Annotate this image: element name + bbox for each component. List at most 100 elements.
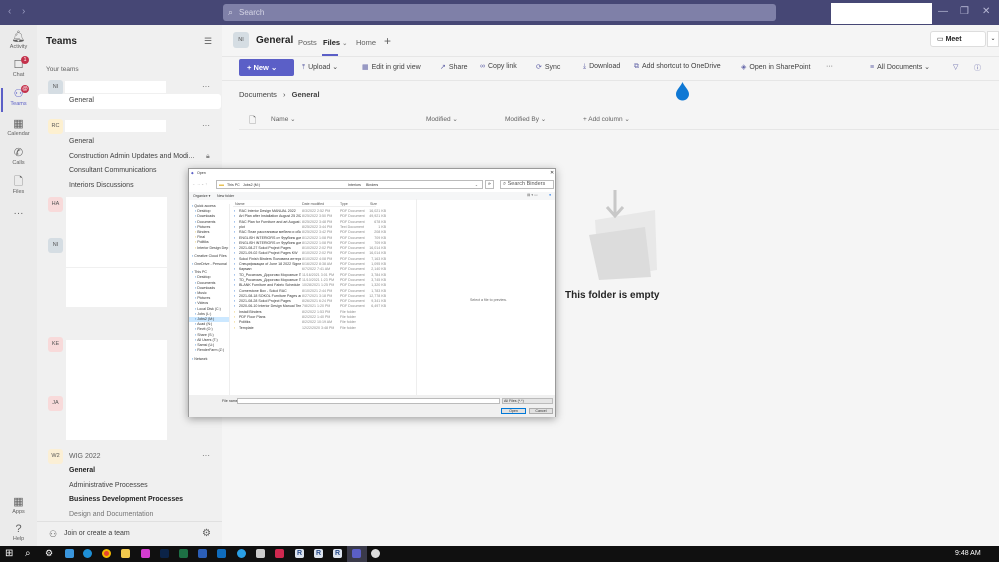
add-tab-icon[interactable]: + bbox=[384, 34, 391, 48]
rail-calls[interactable]: ✆Calls bbox=[0, 147, 37, 166]
team-avatar[interactable]: NI bbox=[48, 238, 63, 253]
team-avatar[interactable]: HA bbox=[48, 197, 63, 212]
rail-apps[interactable]: ▦Apps bbox=[0, 496, 37, 515]
excel-icon[interactable] bbox=[179, 549, 188, 558]
column-modified-by[interactable]: Modified By ⌄ bbox=[505, 115, 546, 123]
filename-input[interactable] bbox=[237, 398, 500, 404]
sync-button[interactable]: ⟳Sync bbox=[536, 63, 560, 71]
address-bar[interactable]: ▬ This PC Jobs2 (M:) Interiors Binders ⌄ bbox=[216, 180, 483, 189]
photoshop-icon[interactable] bbox=[160, 549, 169, 558]
teams-taskbar-active[interactable] bbox=[347, 546, 367, 562]
view-selector[interactable]: ≡All Documents ⌄ bbox=[870, 63, 930, 71]
rail-calendar[interactable]: ▦Calendar bbox=[0, 118, 37, 137]
chrome-icon[interactable] bbox=[102, 549, 111, 558]
header-name[interactable]: Name bbox=[235, 202, 245, 206]
close-button[interactable]: ✕ bbox=[982, 6, 990, 17]
revit-icon[interactable]: R bbox=[333, 549, 342, 558]
open-button[interactable]: Open bbox=[501, 408, 526, 414]
back-arrow-icon[interactable]: ← → ⌄ ↑ bbox=[192, 182, 207, 186]
rail-files[interactable]: 🗋Files bbox=[0, 176, 37, 195]
new-folder-button[interactable]: New folder bbox=[217, 194, 234, 198]
copy-link-button[interactable]: ∞Copy link bbox=[480, 63, 517, 70]
nav-item[interactable]: ▪ OneDrive - Personal bbox=[189, 262, 229, 267]
header-size[interactable]: Size bbox=[370, 202, 377, 206]
search-icon[interactable]: ⌕ bbox=[25, 548, 31, 559]
add-shortcut-button[interactable]: ⧉Add shortcut to OneDrive bbox=[634, 63, 721, 71]
meet-dropdown[interactable]: ⌄ bbox=[987, 31, 999, 47]
help-icon[interactable]: ● bbox=[549, 193, 551, 197]
app-icon[interactable] bbox=[371, 549, 380, 558]
search-input[interactable]: ⌕Search bbox=[223, 4, 776, 21]
back-icon[interactable]: ‹ bbox=[8, 6, 11, 17]
search-binders-input[interactable]: ⌕ Search Binders bbox=[500, 180, 554, 189]
more-apps-icon[interactable]: ··· bbox=[0, 208, 37, 219]
meet-button[interactable]: ▭ Meet bbox=[930, 31, 986, 47]
path-dropdown-icon[interactable]: ⌄ bbox=[475, 183, 478, 187]
nav-item[interactable]: ▪ Creative Cloud Files bbox=[189, 254, 229, 259]
info-icon[interactable]: ⓘ bbox=[974, 63, 981, 73]
header-type[interactable]: Type bbox=[340, 202, 348, 206]
outlook-icon[interactable] bbox=[217, 549, 226, 558]
breadcrumb-documents[interactable]: Documents bbox=[239, 90, 277, 99]
join-create-team[interactable]: ⚇ Join or create a team ⚙ bbox=[37, 521, 222, 546]
team-avatar[interactable]: KE bbox=[48, 337, 63, 352]
add-column-button[interactable]: + Add column ⌄ bbox=[583, 115, 630, 123]
path-interiors[interactable]: Interiors bbox=[348, 183, 361, 187]
header-date[interactable]: Date modified bbox=[302, 202, 324, 206]
team-name[interactable]: WIG 2022 bbox=[69, 453, 101, 460]
team-avatar[interactable]: JA bbox=[48, 396, 63, 411]
more-options-icon[interactable]: ··· bbox=[202, 451, 210, 460]
new-button[interactable]: + New ⌄ bbox=[239, 59, 294, 76]
filter-icon[interactable]: ▽ bbox=[953, 63, 958, 71]
minimize-button[interactable]: — bbox=[938, 6, 948, 17]
settings-icon[interactable]: ⚙ bbox=[45, 548, 53, 559]
gear-icon[interactable]: ⚙ bbox=[202, 528, 211, 539]
channel-item[interactable]: Administrative Processes bbox=[69, 482, 148, 489]
more-options-icon[interactable]: ··· bbox=[202, 121, 210, 130]
channel-item[interactable]: Design and Documentation bbox=[69, 511, 153, 518]
file-row[interactable]: ▪Template12/22/2020 3:48 PMFile folder bbox=[233, 326, 373, 331]
path-this-pc[interactable]: This PC bbox=[227, 183, 240, 187]
profile-area[interactable] bbox=[831, 3, 932, 24]
word-icon[interactable] bbox=[198, 549, 207, 558]
nav-item[interactable]: ▪ Network bbox=[189, 357, 229, 362]
tab-home[interactable]: Home bbox=[356, 38, 376, 47]
share-button[interactable]: ↗Share bbox=[440, 63, 468, 71]
revit-icon[interactable]: R bbox=[295, 549, 304, 558]
path-drive[interactable]: Jobs2 (M:) bbox=[243, 183, 260, 187]
rail-chat[interactable]: ☐Chat1 bbox=[0, 59, 37, 78]
dialog-close-button[interactable]: ✕ bbox=[550, 170, 554, 176]
channel-item[interactable]: Interiors Discussions bbox=[69, 182, 134, 189]
channel-item[interactable]: General bbox=[69, 138, 94, 145]
team-avatar[interactable]: NI bbox=[48, 80, 63, 95]
channel-item[interactable]: General bbox=[69, 97, 94, 104]
rail-teams[interactable]: ⚇Teams@ bbox=[0, 88, 37, 107]
download-button[interactable]: ⤓Download bbox=[583, 63, 620, 71]
column-modified[interactable]: Modified ⌄ bbox=[426, 115, 458, 123]
filter-icon[interactable]: ☰ bbox=[204, 36, 212, 47]
revit-icon[interactable]: R bbox=[314, 549, 323, 558]
rail-help[interactable]: ?Help bbox=[0, 523, 37, 542]
path-binders[interactable]: Binders bbox=[366, 183, 378, 187]
refresh-button[interactable]: ⟳ bbox=[485, 180, 494, 189]
app-icon[interactable] bbox=[237, 549, 246, 558]
cancel-button[interactable]: Cancel bbox=[529, 408, 553, 414]
edit-grid-button[interactable]: ▦Edit in grid view bbox=[362, 63, 421, 71]
more-options-icon[interactable]: ··· bbox=[826, 63, 833, 70]
photos-icon[interactable] bbox=[141, 549, 150, 558]
forward-icon[interactable]: › bbox=[22, 6, 25, 17]
channel-item[interactable]: Consultant Communications bbox=[69, 167, 157, 174]
acrobat-icon[interactable] bbox=[275, 549, 284, 558]
edge-icon[interactable] bbox=[83, 549, 92, 558]
nav-item[interactable]: ▪ Interior Design Dep bbox=[189, 246, 229, 251]
tab-files[interactable]: Files ⌄ bbox=[323, 38, 347, 47]
upload-button[interactable]: ⤒Upload ⌄ bbox=[302, 63, 338, 72]
maximize-button[interactable]: ❐ bbox=[960, 6, 969, 17]
file-explorer-icon[interactable] bbox=[121, 549, 130, 558]
open-sharepoint-button[interactable]: ◈Open in SharePoint bbox=[741, 63, 811, 71]
channel-item[interactable]: Construction Admin Updates and Modi... bbox=[69, 153, 194, 160]
view-options-icon[interactable]: ▤ ▾ ▭ bbox=[527, 193, 538, 197]
channel-item[interactable]: General bbox=[69, 467, 95, 474]
mail-app-icon[interactable] bbox=[65, 549, 74, 558]
nav-item[interactable]: ▪ RenderFarm (Z:) bbox=[189, 348, 229, 353]
